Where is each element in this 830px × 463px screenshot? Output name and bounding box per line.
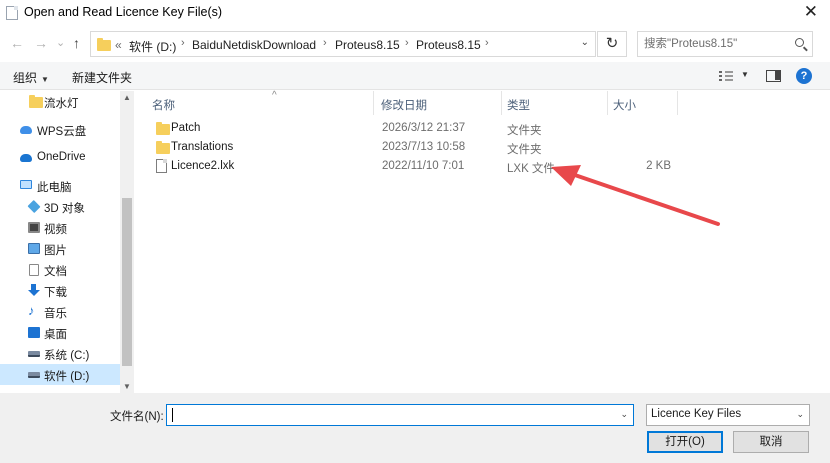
download-icon [28,284,40,296]
sidebar-item-videos[interactable]: 视频 [0,217,120,238]
onedrive-icon [20,154,32,162]
search-box[interactable] [637,31,813,57]
sidebar-item-label: 软件 (D:) [44,371,90,383]
help-icon[interactable]: ? [796,68,812,84]
documents-icon [29,264,39,276]
up-icon[interactable]: ↑ [73,35,80,51]
desktop-icon [28,327,40,338]
file-list: 名称 ^ 修改日期 类型 大小 Patch 2026/3/12 21:37 文件… [135,90,830,393]
filename-label: 文件名(N): [110,411,164,423]
cloud-icon [20,126,32,134]
breadcrumb-overflow[interactable]: « [115,38,122,52]
address-row: ← → ⌄ ↑ « 软件 (D:) › BaiduNetdiskDownload… [0,26,830,62]
breadcrumb-proteus-2[interactable]: Proteus8.15 [416,38,481,52]
new-folder-button[interactable]: 新建文件夹 [72,69,132,86]
navigation-scrollbar[interactable]: ▲ ▼ [120,91,134,393]
sidebar-item-label: 文档 [44,266,67,278]
scroll-up-icon[interactable]: ▲ [123,93,131,102]
3d-objects-icon [27,199,41,214]
breadcrumb-drive[interactable]: 软件 (D:) [129,38,176,55]
address-dropdown-icon[interactable]: ⌄ [581,37,589,48]
filename-dropdown-icon[interactable]: ⌄ [620,409,628,420]
title-bar: Open and Read Licence Key File(s) ✕ [0,0,830,26]
sidebar-item-liushuideng[interactable]: 流水灯 [0,91,120,112]
folder-icon [29,95,43,108]
sidebar-item-label: 3D 对象 [44,203,85,215]
file-type-select[interactable]: Licence Key Files ⌄ [646,404,810,426]
cancel-button[interactable]: 取消 [733,431,809,453]
sidebar-item-downloads[interactable]: 下载 [0,280,120,301]
sidebar-item-label: 流水灯 [44,98,79,110]
pictures-icon [28,243,40,254]
sidebar-item-label: 图片 [44,245,67,257]
sidebar-item-music[interactable]: 音乐 [0,301,120,322]
sidebar-item-label: 此电脑 [37,182,72,194]
forward-icon[interactable]: → [34,35,48,51]
sidebar-item-this-pc[interactable]: 此电脑 [0,175,120,196]
filename-combobox[interactable]: ⌄ [166,404,634,426]
breadcrumb-separator[interactable]: › [323,37,327,49]
pc-icon [20,180,32,189]
annotation-arrow [551,165,720,226]
music-icon [28,303,40,318]
sidebar-item-wps-cloud[interactable]: WPS云盘 [0,119,120,140]
sidebar-item-label: 下载 [44,287,67,299]
app-icon [6,6,18,20]
breadcrumb-baidu[interactable]: BaiduNetdiskDownload [192,38,316,52]
file-type-value: Licence Key Files [651,408,742,420]
sidebar-item-3d-objects[interactable]: 3D 对象 [0,196,120,217]
annotation-arrow-line [567,171,720,226]
view-details-icon[interactable] [719,71,733,82]
scrollbar-thumb[interactable] [122,198,132,366]
search-input[interactable] [644,36,784,52]
breadcrumb-proteus-1[interactable]: Proteus8.15 [335,38,400,52]
sidebar-item-label: 音乐 [44,308,67,320]
filename-input[interactable] [171,408,611,422]
view-dropdown-icon[interactable]: ▼ [741,70,749,79]
preview-pane-icon[interactable] [766,70,781,82]
sidebar-item-pictures[interactable]: 图片 [0,238,120,259]
folder-icon [97,38,111,51]
sidebar-item-label: WPS云盘 [37,126,87,138]
sidebar-item-label: 视频 [44,224,67,236]
address-bar[interactable]: « 软件 (D:) › BaiduNetdiskDownload › Prote… [90,31,596,57]
sidebar-item-label: 桌面 [44,329,67,341]
sidebar-item-desktop[interactable]: 桌面 [0,322,120,343]
breadcrumb-separator[interactable]: › [405,37,409,49]
back-icon[interactable]: ← [10,35,24,51]
navigation-pane: 流水灯 WPS云盘 OneDrive 此电脑 3D 对象 视频 图片 文档 下载… [0,91,134,393]
bottom-panel: 文件名(N): ⌄ Licence Key Files ⌄ 打开(O) 取消 [0,393,830,463]
recent-locations-icon[interactable]: ⌄ [56,36,65,49]
video-icon [28,222,40,233]
sidebar-item-onedrive[interactable]: OneDrive [0,147,120,168]
refresh-button[interactable]: ↻ [597,31,627,57]
text-caret [172,408,173,422]
sidebar-item-documents[interactable]: 文档 [0,259,120,280]
drive-icon [28,351,40,357]
chevron-down-icon[interactable]: ⌄ [796,409,804,420]
open-button[interactable]: 打开(O) [647,431,723,453]
window-title: Open and Read Licence Key File(s) [24,5,223,19]
chevron-down-icon: ▼ [41,75,49,84]
command-bar: 组织 ▼ 新建文件夹 ▼ ? [0,62,830,90]
sidebar-item-label: OneDrive [37,151,86,163]
scroll-down-icon[interactable]: ▼ [123,382,131,391]
organize-label: 组织 [13,71,38,85]
breadcrumb-separator[interactable]: › [181,37,185,49]
sidebar-item-label: 系统 (C:) [44,350,90,362]
breadcrumb-separator[interactable]: › [485,37,489,49]
close-icon[interactable]: ✕ [804,2,818,22]
search-icon[interactable] [795,38,804,47]
sidebar-item-drive-c[interactable]: 系统 (C:) [0,343,120,364]
drive-icon [28,372,40,378]
sidebar-item-drive-d[interactable]: 软件 (D:) [0,364,120,385]
organize-button[interactable]: 组织 ▼ [13,69,49,86]
